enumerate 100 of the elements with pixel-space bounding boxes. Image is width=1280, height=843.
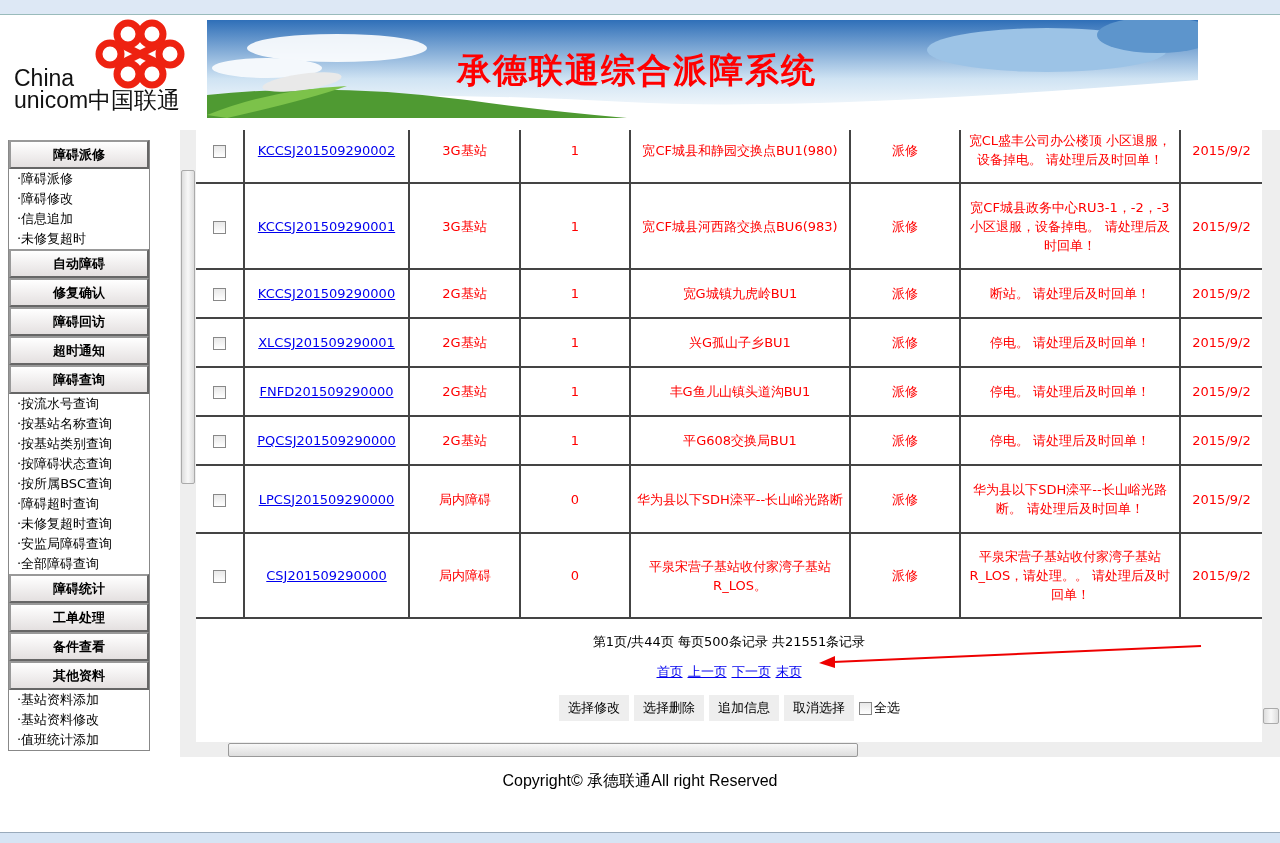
menu-item[interactable]: ·未修复超时查询 xyxy=(9,514,113,534)
table-cell: 宽CF城县和静园交换点BU1(980) xyxy=(642,142,838,158)
table-cell: 2015/9/2 xyxy=(1192,384,1251,399)
action-button[interactable]: 选择修改 xyxy=(558,695,629,721)
page-link[interactable]: 下一页 xyxy=(731,663,771,681)
menu-section-button[interactable]: 超时通知 xyxy=(9,336,149,365)
action-button[interactable]: 追加信息 xyxy=(708,695,779,721)
menu-section-button[interactable]: 障碍统计 xyxy=(9,574,149,603)
row-checkbox[interactable] xyxy=(213,288,226,301)
table-cell: 2015/9/2 xyxy=(1192,433,1251,448)
table-cell: 宽CF城县河西路交换点BU6(983) xyxy=(642,218,838,234)
page-link[interactable]: 首页 xyxy=(656,663,683,681)
table-cell: 3G基站 xyxy=(442,142,487,158)
page-summary: 第1页/共44页 每页500条记录 共21551条记录 xyxy=(592,633,866,651)
table-cell: 1 xyxy=(570,142,580,158)
table-cell: 宽CL盛丰公司办公楼顶 小区退服，设备掉电。 请处理后及时回单！ xyxy=(968,133,1172,167)
table-cell: 派修 xyxy=(892,286,918,301)
menu-section-button[interactable]: 修复确认 xyxy=(9,278,149,307)
table-cell: 停电。 请处理后及时回单！ xyxy=(989,335,1151,350)
select-all-checkbox[interactable] xyxy=(858,701,872,715)
page-link[interactable]: 末页 xyxy=(775,663,802,681)
table-cell: 派修 xyxy=(892,335,918,350)
menu-item[interactable]: ·按流水号查询 xyxy=(9,394,100,414)
page-link[interactable]: 上一页 xyxy=(687,663,727,681)
menu-item[interactable]: ·按基站名称查询 xyxy=(9,414,113,434)
table-cell: 2G基站 xyxy=(442,286,487,301)
table-cell: 2015/9/2 xyxy=(1192,335,1251,350)
menu-section-button[interactable]: 备件查看 xyxy=(9,632,149,661)
table-cell: 2015/9/2 xyxy=(1192,568,1251,583)
table-cell: 2015/9/2 xyxy=(1192,142,1251,158)
menu-item[interactable]: ·未修复超时 xyxy=(9,229,87,249)
table-cell: 华为县以下SDH滦平--长山峪光路断。 请处理后及时回单！ xyxy=(973,482,1167,516)
row-checkbox[interactable] xyxy=(213,337,226,350)
menu-section-button[interactable]: 工单处理 xyxy=(9,603,149,632)
menu-item[interactable]: ·安监局障碍查询 xyxy=(9,534,113,554)
menu-item[interactable]: ·基站资料添加 xyxy=(9,690,100,710)
scrollbar[interactable] xyxy=(1262,130,1280,742)
row-checkbox[interactable] xyxy=(213,220,226,234)
menu-item[interactable]: ·按基站类别查询 xyxy=(9,434,113,454)
table-cell: 丰G鱼儿山镇头道沟BU1 xyxy=(669,384,811,399)
table-cell: 平泉宋营子基站收付家湾子基站R_LOS。 xyxy=(649,558,831,593)
table-cell: 停电。 请处理后及时回单！ xyxy=(989,384,1151,399)
table-cell: 兴G孤山子乡BU1 xyxy=(689,335,791,350)
row-checkbox[interactable] xyxy=(213,435,226,448)
table-cell: 1 xyxy=(570,218,580,234)
table-cell: 0 xyxy=(570,491,580,507)
table-cell: 派修 xyxy=(892,433,918,448)
table-cell: 2G基站 xyxy=(442,335,487,350)
banner-title: 承德联通综合派障系统 xyxy=(457,49,817,92)
menu-item[interactable]: ·全部障碍查询 xyxy=(9,554,100,574)
table-cell: 华为县以下SDH滦平--长山峪光路断 xyxy=(636,491,844,507)
menu-item[interactable]: ·基站资料修改 xyxy=(9,710,100,730)
menu-section-button[interactable]: 障碍派修 xyxy=(9,140,149,169)
table-cell: 停电。 请处理后及时回单！ xyxy=(989,433,1151,448)
scrollbar[interactable] xyxy=(180,130,196,742)
table-cell: 平泉宋营子基站收付家湾子基站R_LOS，请处理。。 请处理后及时回单！ xyxy=(969,549,1171,602)
menu-section-button[interactable]: 其他资料 xyxy=(9,661,149,690)
table-cell: 2G基站 xyxy=(442,433,487,448)
table-cell: 平G608交换局BU1 xyxy=(683,433,797,448)
menu-item[interactable]: ·障碍超时查询 xyxy=(9,494,100,514)
table-cell: 宽CF城县政务中心RU3-1，-2，-3小区退服，设备掉电。 请处理后及时回单！ xyxy=(970,199,1170,253)
menu-item[interactable]: ·障碍派修 xyxy=(9,169,74,189)
action-button[interactable]: 取消选择 xyxy=(783,695,854,721)
menu-section-button[interactable]: 障碍查询 xyxy=(9,365,149,394)
table-cell: 2015/9/2 xyxy=(1192,491,1251,507)
table-cell: 2015/9/2 xyxy=(1192,286,1251,301)
menu-item[interactable]: ·按障碍状态查询 xyxy=(9,454,113,474)
row-checkbox[interactable] xyxy=(213,386,226,399)
table-cell: 2G基站 xyxy=(442,384,487,399)
table-cell: 1 xyxy=(570,433,580,448)
menu-item[interactable]: ·信息追加 xyxy=(9,209,74,229)
table-cell: 1 xyxy=(570,335,580,350)
table-cell: 断站。 请处理后及时回单！ xyxy=(989,286,1151,301)
row-checkbox[interactable] xyxy=(213,144,226,158)
action-button[interactable]: 选择删除 xyxy=(633,695,704,721)
table-cell: 宽G城镇九虎岭BU1 xyxy=(682,286,798,301)
menu-item[interactable]: ·按所属BSC查询 xyxy=(9,474,113,494)
ticket-link[interactable]: KCCSJ201509290001 xyxy=(257,218,396,234)
ticket-link[interactable]: CSJ201509290000 xyxy=(266,568,387,583)
table-cell: 0 xyxy=(570,568,580,583)
menu-section-button[interactable]: 障碍回访 xyxy=(9,307,149,336)
menu-item[interactable]: ·障碍修改 xyxy=(9,189,74,209)
table-cell: 3G基站 xyxy=(442,218,487,234)
table-cell: 派修 xyxy=(892,568,918,583)
ticket-link[interactable]: LPCSJ201509290000 xyxy=(258,491,395,507)
table-cell: 2015/9/2 xyxy=(1192,218,1251,234)
horizontal-scrollbar[interactable] xyxy=(180,742,1280,757)
menu-item[interactable]: ·值班统计添加 xyxy=(9,730,100,750)
copyright-text: Copyright© 承德联通All right Reserved xyxy=(502,770,778,791)
menu-section-button[interactable]: 自动障碍 xyxy=(9,249,149,278)
table-cell: 派修 xyxy=(892,384,918,399)
logo-text: China xyxy=(13,66,75,89)
table-cell: 局内障碍 xyxy=(438,491,491,507)
table-cell: 1 xyxy=(570,286,580,301)
table-cell: 派修 xyxy=(892,218,918,234)
table-cell: 局内障碍 xyxy=(438,568,491,583)
row-checkbox[interactable] xyxy=(213,493,226,507)
checkbox-label: 全选 xyxy=(873,699,900,717)
logo-text: unicom中国联通 xyxy=(13,88,182,115)
row-checkbox[interactable] xyxy=(213,570,226,583)
